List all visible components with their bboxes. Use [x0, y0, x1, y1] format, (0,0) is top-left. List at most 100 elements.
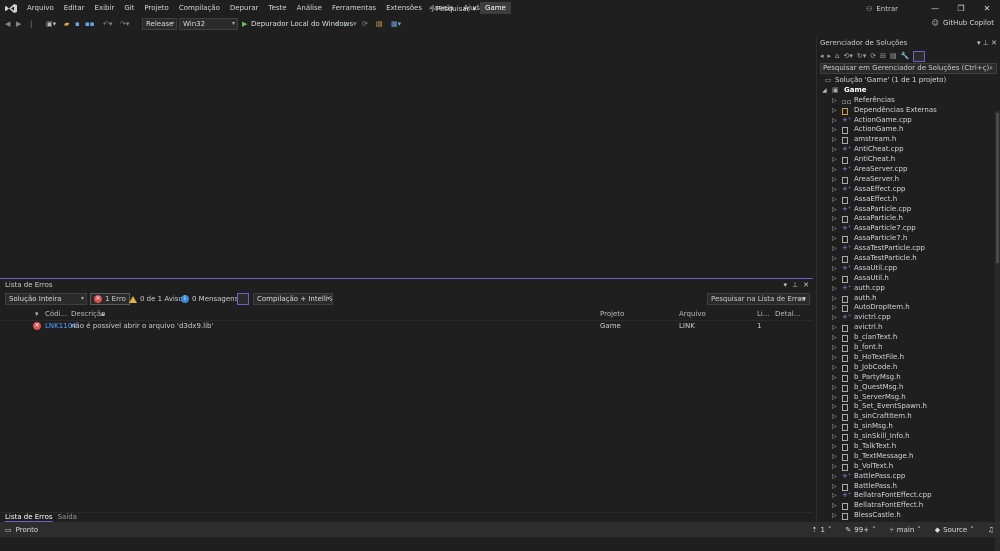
tab-error-list[interactable]: Lista de Erros — [5, 513, 53, 522]
tree-item[interactable]: ▷ AssaParticle7.h — [817, 234, 1000, 244]
menu-ferramentas[interactable]: Ferramentas — [327, 0, 381, 17]
collapsed-caret-icon[interactable]: ▷ — [832, 323, 837, 333]
tree-item[interactable]: ▷ AssaTestParticle.h — [817, 254, 1000, 264]
tree-item[interactable]: ▷ +⁺ ActionGame.cpp — [817, 116, 1000, 126]
pin-icon[interactable]: ⊥ — [983, 39, 989, 47]
collapsed-caret-icon[interactable]: ▷ — [832, 175, 837, 185]
tree-item[interactable]: ▷ b_sinCraftItem.h — [817, 412, 1000, 422]
tree-item[interactable]: ▷ ▫▫ Referências — [817, 96, 1000, 106]
collapsed-caret-icon[interactable]: ▷ — [832, 195, 837, 205]
tree-item[interactable]: ▷ b_HoTextFile.h — [817, 353, 1000, 363]
configuration-select[interactable]: Release — [142, 18, 177, 30]
collapsed-caret-icon[interactable]: ▷ — [832, 284, 837, 294]
collapsed-caret-icon[interactable]: ▷ — [832, 106, 837, 116]
tree-item[interactable]: ▷ +⁺ AssaUtil.cpp — [817, 264, 1000, 274]
collapsed-caret-icon[interactable]: ▷ — [832, 393, 837, 403]
tree-item[interactable]: ▷ AssaEffect.h — [817, 195, 1000, 205]
pending-changes-icon[interactable]: ↻▾ — [857, 52, 866, 60]
tree-item[interactable]: ▷ BlessCastle.h — [817, 511, 1000, 521]
collapsed-caret-icon[interactable]: ▷ — [832, 432, 837, 442]
tree-item[interactable]: ▷ b_font.h — [817, 343, 1000, 353]
home-icon[interactable]: ⌂ — [835, 52, 839, 60]
collapsed-caret-icon[interactable]: ▷ — [832, 185, 837, 195]
chevron-down-icon[interactable]: ▾ — [977, 39, 981, 47]
collapsed-caret-icon[interactable]: ▷ — [832, 353, 837, 363]
tree-item[interactable]: ▷ b_Set_EventSpawn.h — [817, 402, 1000, 412]
forward-icon[interactable]: ▶ — [16, 19, 21, 29]
collapsed-caret-icon[interactable]: ▷ — [832, 452, 837, 462]
collapse-icon[interactable]: ⊟ — [880, 52, 886, 60]
collapsed-caret-icon[interactable]: ▷ — [832, 165, 837, 175]
minimize-button[interactable]: — — [922, 4, 948, 13]
tree-item[interactable]: ▷ b_TalkText.h — [817, 442, 1000, 452]
build-filter-select[interactable]: Compilação + IntelliSense — [253, 293, 333, 305]
tree-item[interactable]: ▷ +⁺ AntiCheat.cpp — [817, 145, 1000, 155]
collapsed-caret-icon[interactable]: ▷ — [832, 383, 837, 393]
collapsed-caret-icon[interactable]: ▷ — [832, 412, 837, 422]
collapsed-caret-icon[interactable]: ▷ — [832, 135, 837, 145]
column-line[interactable]: Li... — [757, 310, 770, 318]
solution-explorer-icon[interactable]: ▤ — [376, 19, 383, 29]
tree-item[interactable]: ▷ b_TextMessage.h — [817, 452, 1000, 462]
project-node[interactable]: ◢ ▣ Game — [817, 86, 1000, 96]
collapsed-caret-icon[interactable]: ▷ — [832, 491, 837, 501]
collapsed-caret-icon[interactable]: ▷ — [832, 274, 837, 284]
back-icon[interactable]: ◂ — [820, 52, 824, 60]
close-icon[interactable]: ✕ — [991, 39, 997, 47]
tree-item[interactable]: ▷ auth.h — [817, 294, 1000, 304]
tree-item[interactable]: ▷ BattlePass.h — [817, 482, 1000, 492]
chevron-down-icon[interactable]: ▾ — [336, 19, 340, 29]
undo-icon[interactable]: ↶▾ — [103, 19, 112, 29]
pin-icon[interactable]: ⊥ — [792, 281, 798, 289]
menu-depurar[interactable]: Depurar — [225, 0, 264, 17]
collapsed-caret-icon[interactable]: ▷ — [832, 145, 837, 155]
tree-item[interactable]: ▷ +⁺ AreaServer.cpp — [817, 165, 1000, 175]
collapsed-caret-icon[interactable]: ▷ — [832, 155, 837, 165]
messages-filter-button[interactable]: i 0 Mensagens — [178, 293, 241, 305]
tree-item[interactable]: ▷ b_sinSkill_Info.h — [817, 432, 1000, 442]
start-without-debug-icon[interactable]: ▷ — [344, 19, 349, 29]
restore-button[interactable]: ❐ — [948, 4, 974, 13]
collapsed-caret-icon[interactable]: ▷ — [832, 254, 837, 264]
tree-item[interactable]: ▷ amstream.h — [817, 135, 1000, 145]
menu-teste[interactable]: Teste — [264, 0, 292, 17]
collapsed-caret-icon[interactable]: ▷ — [832, 264, 837, 274]
expanded-caret-icon[interactable]: ◢ — [822, 86, 827, 96]
tree-item[interactable]: ▷ AssaParticle.h — [817, 214, 1000, 224]
tree-item[interactable]: ▷ Dependências Externas — [817, 106, 1000, 116]
column-details[interactable]: Detal... — [775, 310, 800, 318]
tree-item[interactable]: ▷ b_VolText.h — [817, 462, 1000, 472]
collapsed-caret-icon[interactable]: ▷ — [832, 343, 837, 353]
notifications-icon[interactable]: ♫ — [988, 526, 994, 534]
filter-column-icon[interactable]: ▾ — [35, 310, 39, 318]
tree-item[interactable]: ▷ BellatraFontEffect.h — [817, 501, 1000, 511]
solution-node[interactable]: ▭ Solução 'Game' (1 de 1 projeto) — [817, 76, 1000, 86]
pending-changes-button[interactable]: ✎ 99+ ˄ — [845, 526, 875, 534]
collapsed-caret-icon[interactable]: ▷ — [832, 501, 837, 511]
forward-icon[interactable]: ▸ — [828, 52, 832, 60]
menu-analise[interactable]: Análise — [292, 0, 327, 17]
error-search-input[interactable]: Pesquisar na Lista de Erros ⌕▾ — [707, 293, 810, 305]
tree-item[interactable]: ▷ +⁺ avictrl.cpp — [817, 313, 1000, 323]
solution-search-input[interactable]: Pesquisar em Gerenciador de Soluções (Ct… — [820, 63, 997, 74]
platform-select[interactable]: Win32 — [179, 18, 238, 30]
commits-up-button[interactable]: ⇡ 1 ˄ — [812, 526, 832, 534]
start-debug-icon[interactable]: ▶ — [242, 19, 247, 29]
refresh-icon[interactable]: ⟳ — [870, 52, 876, 60]
tree-item[interactable]: ▷ b_PartyMsg.h — [817, 373, 1000, 383]
chevron-down-icon[interactable]: ▾ — [784, 281, 788, 289]
scrollbar-thumb[interactable] — [996, 113, 999, 263]
source-control-button[interactable]: ◆ Source ˄ — [935, 526, 974, 534]
warnings-filter-button[interactable]: 0 de 1 Aviso — [126, 293, 186, 305]
collapsed-caret-icon[interactable]: ▷ — [832, 303, 837, 313]
filter-icon[interactable] — [237, 293, 249, 305]
collapsed-caret-icon[interactable]: ▷ — [832, 214, 837, 224]
tree-item[interactable]: ▷ AutoDropItem.h — [817, 303, 1000, 313]
close-button[interactable]: ✕ — [974, 4, 1000, 13]
debug-tools-icon[interactable]: ⟳ — [362, 19, 368, 29]
column-project[interactable]: Projeto — [600, 310, 624, 318]
tree-item[interactable]: ▷ AreaServer.h — [817, 175, 1000, 185]
close-icon[interactable]: ✕ — [803, 281, 809, 289]
collapsed-caret-icon[interactable]: ▷ — [832, 373, 837, 383]
collapsed-caret-icon[interactable]: ▷ — [832, 472, 837, 482]
